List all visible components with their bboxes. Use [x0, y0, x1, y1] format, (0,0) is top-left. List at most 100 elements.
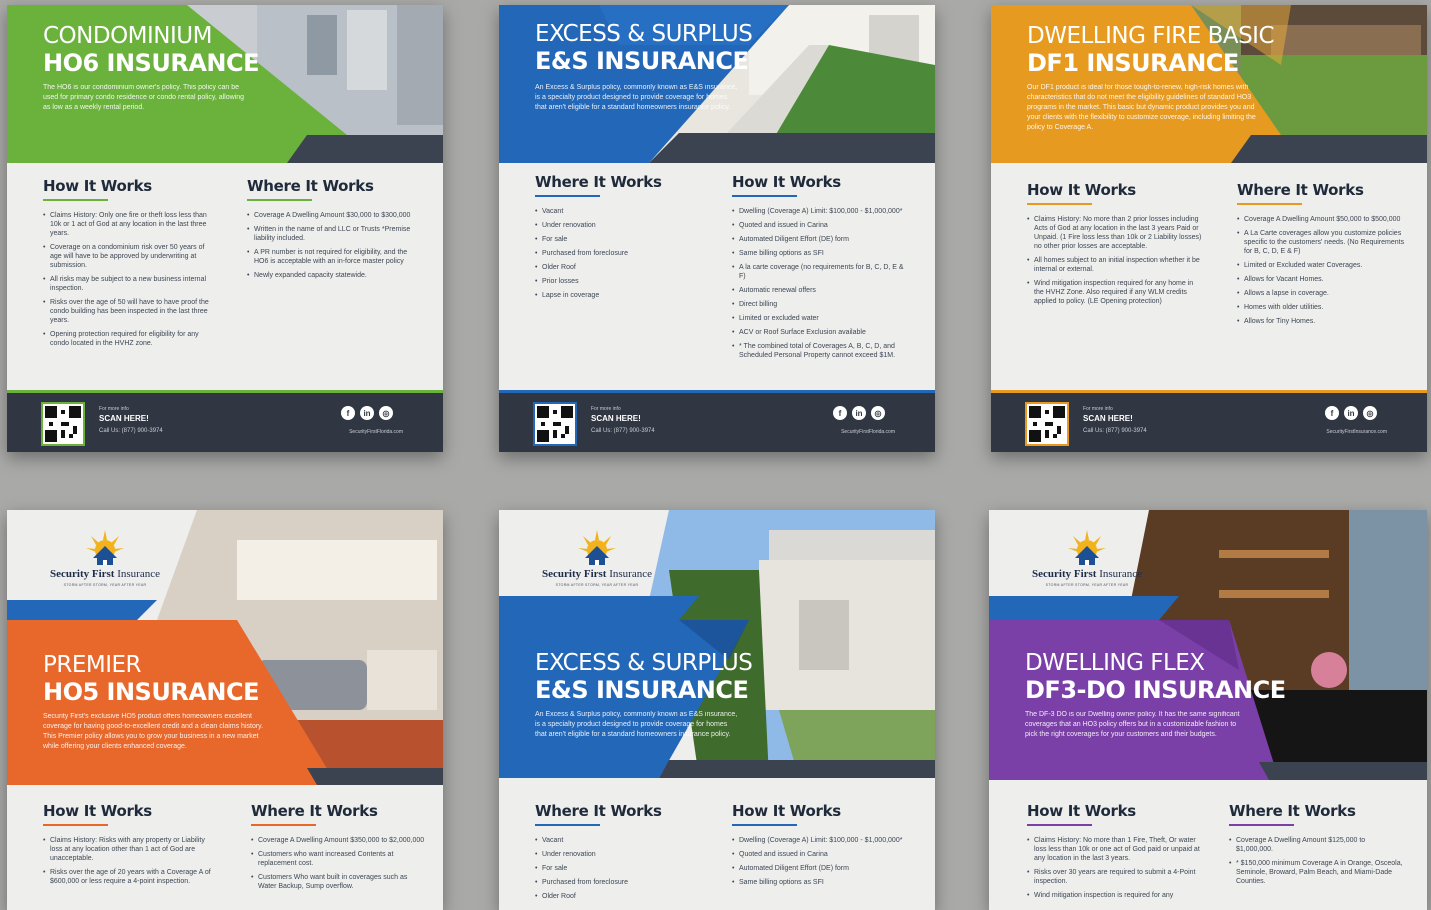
right-heading: How It Works	[732, 802, 841, 820]
list-item: Customers Who want built in coverages su…	[251, 873, 426, 891]
right-heading: How It Works	[732, 173, 841, 191]
social-icons: f in ◎	[341, 406, 393, 420]
qr-code-icon[interactable]	[1025, 402, 1069, 446]
phone-number: Call Us: (877) 900-3974	[99, 428, 163, 434]
linkedin-icon[interactable]: in	[1344, 406, 1358, 420]
flyer-footer: For more info SCAN HERE! Call Us: (877) …	[991, 390, 1427, 452]
list-item: Lapse in coverage	[535, 291, 710, 300]
list-item: Limited or excluded water	[732, 314, 907, 323]
left-column: Where It Works Vacant Under renovation For…	[535, 802, 710, 906]
left-list: Vacant Under renovation For sale Purchased …	[535, 207, 710, 300]
website-url[interactable]: SecurityFirstInsurance.com	[1326, 429, 1387, 435]
list-item: Opening protection required for eligibil…	[43, 330, 218, 348]
facebook-icon[interactable]: f	[1325, 406, 1339, 420]
right-heading: Where It Works	[1237, 181, 1364, 199]
product-title: PREMIER HO5 INSURANCE	[43, 652, 259, 706]
company-logo: Security First Insurance STORM AFTER STO…	[1017, 528, 1157, 600]
left-heading: How It Works	[43, 802, 152, 820]
flyer-hero: CONDOMINIUM HO6 INSURANCE The HO6 is our…	[7, 5, 443, 163]
list-item: Allows for Tiny Homes.	[1237, 317, 1412, 326]
scan-label: SCAN HERE!	[1083, 414, 1133, 423]
list-item: Coverage on a condominium risk over 50 y…	[43, 243, 218, 270]
qr-code-icon[interactable]	[41, 402, 85, 446]
right-column: Where It Works Coverage A Dwelling Amoun…	[251, 802, 426, 896]
list-item: Risks over the age of 50 will have to ha…	[43, 298, 218, 325]
list-item: Dwelling (Coverage A) Limit: $100,000 - …	[732, 207, 907, 216]
product-title: EXCESS & SURPLUS E&S INSURANCE	[535, 650, 753, 704]
heading-rule	[43, 824, 108, 826]
left-column: How It Works Claims History: No more tha…	[1027, 181, 1202, 311]
product-title-line1: EXCESS & SURPLUS	[535, 21, 753, 47]
list-item: Vacant	[535, 836, 710, 845]
list-item: Under renovation	[535, 850, 710, 859]
right-list: Coverage A Dwelling Amount $30,000 to $3…	[247, 211, 422, 280]
heading-rule	[251, 824, 316, 826]
flyer-hero: Security First Insurance STORM AFTER STO…	[7, 510, 443, 785]
website-url[interactable]: SecurityFirstFlorida.com	[841, 429, 895, 435]
right-column: Where It Works Coverage A Dwelling Amoun…	[247, 177, 422, 285]
left-heading: How It Works	[1027, 181, 1136, 199]
social-icons: f in ◎	[1325, 406, 1377, 420]
product-title-line1: DWELLING FLEX	[1025, 650, 1205, 676]
heading-rule	[732, 195, 797, 197]
list-item: Same billing options as SFI	[732, 878, 907, 887]
product-description: The DF-3 DO is our Dwelling owner policy…	[1025, 711, 1240, 738]
product-description: An Excess & Surplus policy, commonly kno…	[535, 84, 738, 111]
social-icons: f in ◎	[833, 406, 885, 420]
flyer-es-2: Security First Insurance STORM AFTER STO…	[499, 510, 935, 910]
list-item: Automatic renewal offers	[732, 286, 907, 295]
list-item: Older Roof	[535, 892, 710, 901]
flyer-df1: DWELLING FIRE BASIC DF1 INSURANCE Our DF…	[991, 5, 1427, 452]
website-url[interactable]: SecurityFirstFlorida.com	[349, 429, 403, 435]
facebook-icon[interactable]: f	[833, 406, 847, 420]
flyer-ho6: CONDOMINIUM HO6 INSURANCE The HO6 is our…	[7, 5, 443, 452]
list-item: * The combined total of Coverages A, B, …	[732, 342, 907, 360]
list-item: Automated Diligent Effort (DE) form	[732, 864, 907, 873]
right-column: Where It Works Coverage A Dwelling Amoun…	[1229, 802, 1404, 891]
list-item: Same billing options as SFI	[732, 249, 907, 258]
phone-number: Call Us: (877) 900-3974	[1083, 428, 1147, 434]
sun-house-logo-icon	[86, 530, 124, 565]
product-title-line2: HO5 INSURANCE	[43, 678, 259, 706]
flyer-ho5: Security First Insurance STORM AFTER STO…	[7, 510, 443, 910]
logo-text: Security First Insurance	[542, 568, 652, 580]
list-item: Claims History: No more than 2 prior los…	[1027, 215, 1202, 251]
heading-rule	[535, 824, 600, 826]
list-item: * $150,000 minimum Coverage A in Orange,…	[1229, 859, 1404, 886]
product-title-line2: DF1 INSURANCE	[1027, 49, 1239, 77]
left-column: How It Works Claims History: Only one fi…	[43, 177, 218, 353]
heading-rule	[247, 199, 312, 201]
instagram-icon[interactable]: ◎	[1363, 406, 1377, 420]
product-title-line2: DF3-DO INSURANCE	[1025, 676, 1286, 704]
linkedin-icon[interactable]: in	[360, 406, 374, 420]
list-item: Newly expanded capacity statewide.	[247, 271, 422, 280]
left-heading: Where It Works	[535, 173, 662, 191]
left-column: How It Works Claims History: No more tha…	[1027, 802, 1202, 905]
list-item: Purchased from foreclosure	[535, 249, 710, 258]
flyer-hero: Security First Insurance STORM AFTER STO…	[499, 510, 935, 778]
list-item: Claims History: Risks with any property …	[43, 836, 218, 863]
instagram-icon[interactable]: ◎	[871, 406, 885, 420]
product-description: Our DF1 product is ideal for those tough…	[1027, 84, 1256, 131]
right-heading: Where It Works	[1229, 802, 1356, 820]
list-item: Purchased from foreclosure	[535, 878, 710, 887]
left-list: Vacant Under renovation For sale Purchased …	[535, 836, 710, 901]
logo-tagline: STORM AFTER STORM, YEAR AFTER YEAR	[63, 583, 147, 587]
facebook-icon[interactable]: f	[341, 406, 355, 420]
product-title: CONDOMINIUM HO6 INSURANCE	[43, 23, 259, 77]
footer-strip	[7, 390, 443, 393]
logo-tagline: STORM AFTER STORM, YEAR AFTER YEAR	[555, 583, 639, 587]
linkedin-icon[interactable]: in	[852, 406, 866, 420]
heading-rule	[43, 199, 108, 201]
qr-code-icon[interactable]	[533, 402, 577, 446]
logo-tagline: STORM AFTER STORM, YEAR AFTER YEAR	[1045, 583, 1129, 587]
left-list: Claims History: No more than 2 prior los…	[1027, 215, 1202, 306]
list-item: Direct billing	[732, 300, 907, 309]
list-item: Older Roof	[535, 263, 710, 272]
product-title-line1: EXCESS & SURPLUS	[535, 650, 753, 676]
product-title-line2: E&S INSURANCE	[535, 676, 749, 704]
list-item: A PR number is not required for eligibil…	[247, 248, 422, 266]
list-item: Allows for Vacant Homes.	[1237, 275, 1412, 284]
scan-caption: For more info	[99, 406, 129, 412]
instagram-icon[interactable]: ◎	[379, 406, 393, 420]
